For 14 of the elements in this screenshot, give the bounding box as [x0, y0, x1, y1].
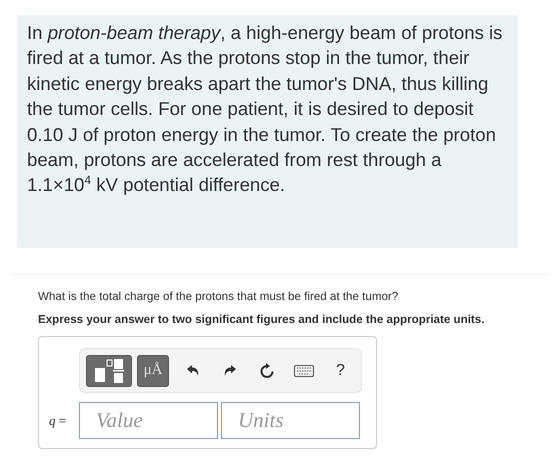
problem-text: In proton-beam therapy, a high-energy beam of protons is fired at a tumor. As the protons stop in the tumor, their kinetic energy breaks apart the tumor's DNA, thus killing the tumor cells. For one patient, it is desired to deposit 0.10 J of proton energy in the tumor. To create the proton beam, protons are accelerated from rest through a 1.1×10$^{4}$ kV potential difference. [27, 21, 504, 198]
keyboard-icon [294, 364, 314, 376]
variable-label: q = [49, 412, 66, 428]
undo-icon [186, 364, 200, 378]
units-field[interactable]: Units [221, 402, 360, 439]
templates-button[interactable] [86, 354, 132, 386]
templates-icon [93, 358, 125, 384]
reset-icon [258, 362, 274, 378]
instruction-text: Express your answer to two significant figures and include the appropriate units. [38, 313, 486, 326]
redo-icon [222, 364, 236, 378]
question-text: What is the total charge of the protons that must be fired at the tumor? [38, 290, 400, 303]
value-field[interactable]: Value [79, 402, 218, 439]
help-button[interactable]: ? [322, 354, 359, 386]
symbols-button[interactable]: μÅ [137, 354, 169, 386]
